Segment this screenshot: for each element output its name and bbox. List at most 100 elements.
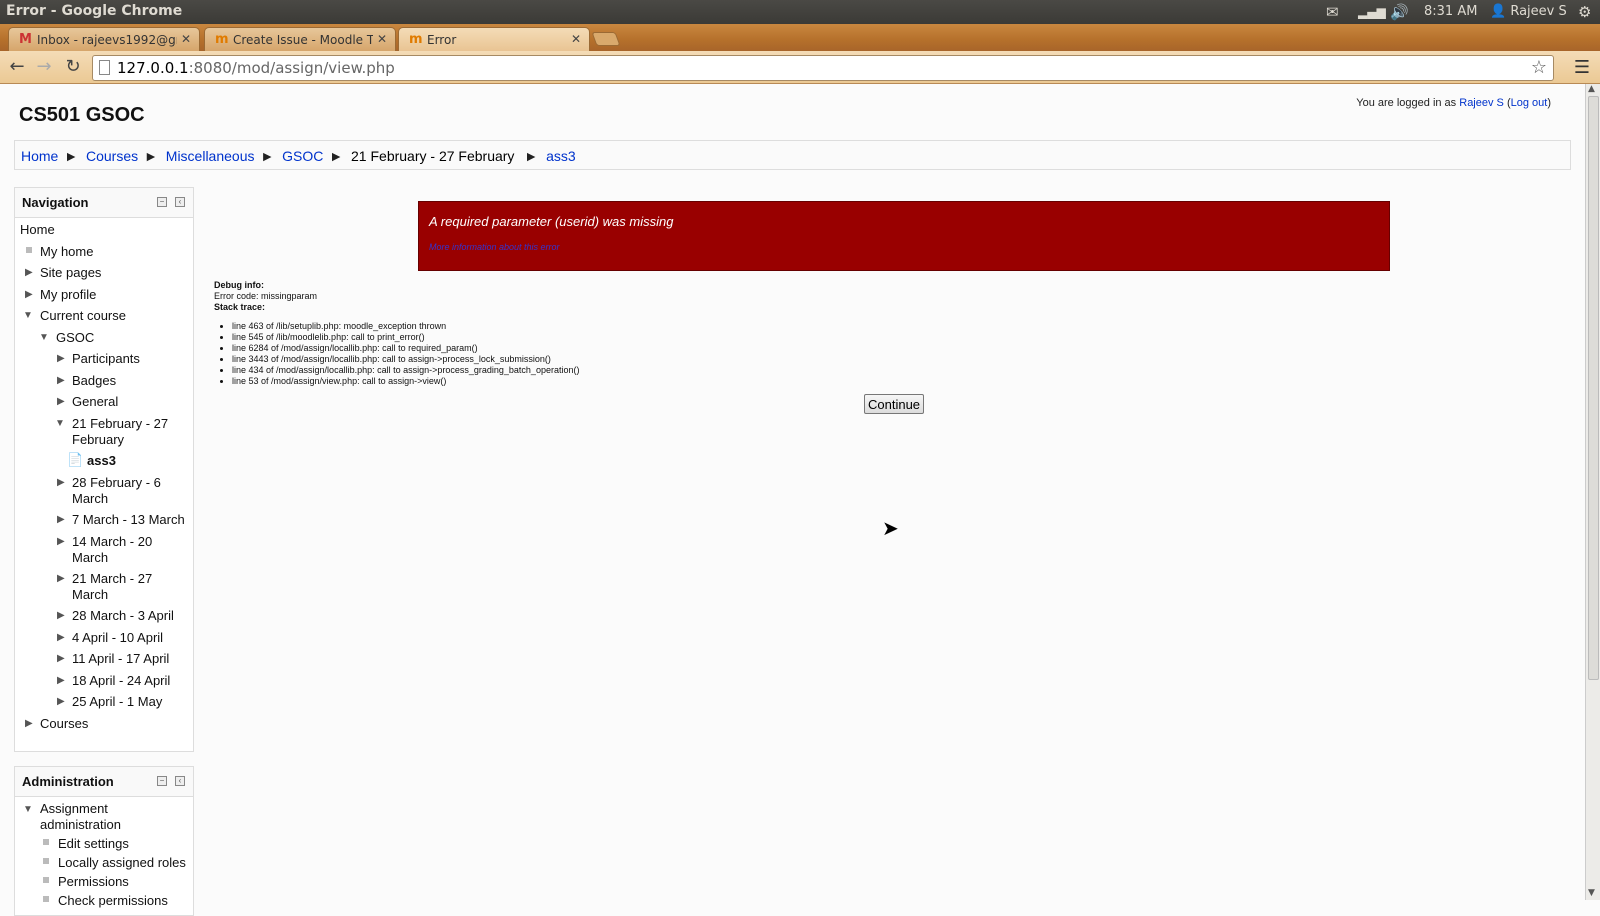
user-menu[interactable]: 👤 Rajeev S — [1490, 4, 1567, 19]
page-scrollbar[interactable]: ▲ ▼ — [1585, 84, 1600, 900]
reload-icon[interactable]: ↻ — [62, 56, 84, 77]
nav-check-permissions[interactable]: Check permissions — [58, 893, 168, 909]
user-profile-link[interactable]: Rajeev S — [1459, 97, 1504, 109]
nav-current-course[interactable]: Current course — [40, 308, 126, 324]
breadcrumb-home[interactable]: Home — [21, 148, 58, 164]
more-information-link[interactable]: More information about this error — [429, 242, 560, 252]
debug-title: Debug info: — [214, 280, 264, 290]
expand-triangle-icon[interactable]: ▶ — [57, 514, 65, 525]
nav-week-7-mar[interactable]: 7 March - 13 March — [72, 512, 185, 528]
nav-week-25-apr[interactable]: 25 April - 1 May — [72, 694, 162, 710]
tab-error[interactable]: m Error ✕ — [398, 27, 590, 51]
expand-triangle-icon[interactable]: ▶ — [57, 375, 65, 386]
os-title-bar: Error - Google Chrome ✉ ▂▄▆ 🔊 8:31 AM 👤 … — [0, 0, 1600, 24]
collapse-triangle-icon[interactable]: ▼ — [39, 332, 49, 343]
mail-icon[interactable]: ✉ — [1326, 3, 1339, 21]
nav-my-profile[interactable]: My profile — [40, 287, 96, 303]
stack-trace-list: line 463 of /lib/setuplib.php: moodle_ex… — [232, 321, 579, 387]
bullet-icon — [43, 896, 49, 902]
close-tab-icon[interactable]: ✕ — [571, 32, 581, 46]
collapse-triangle-icon[interactable]: ▼ — [23, 804, 33, 815]
stack-trace-line: line 6284 of /mod/assign/locallib.php: c… — [232, 343, 579, 354]
settings-gear-icon[interactable]: ⚙ — [1578, 3, 1591, 21]
moodle-icon: m — [215, 32, 229, 47]
continue-button[interactable]: Continue — [864, 394, 925, 414]
tab-label: Error — [427, 33, 457, 47]
scroll-thumb[interactable] — [1588, 96, 1599, 680]
nav-home[interactable]: Home — [20, 222, 55, 238]
nav-locally-assigned-roles[interactable]: Locally assigned roles — [58, 855, 186, 871]
collapse-block-icon[interactable]: − — [157, 776, 167, 786]
moodle-page: CS501 GSOC You are logged in as Rajeev S… — [0, 84, 1585, 916]
nav-week-21-mar[interactable]: 21 March - 27 March — [72, 571, 172, 603]
window-title: Error - Google Chrome — [6, 3, 183, 19]
nav-my-home[interactable]: My home — [40, 244, 93, 260]
collapse-triangle-icon[interactable]: ▼ — [23, 310, 33, 321]
expand-triangle-icon[interactable]: ▶ — [57, 610, 65, 621]
nav-courses[interactable]: Courses — [40, 716, 88, 732]
page-icon — [99, 60, 110, 75]
expand-triangle-icon[interactable]: ▶ — [57, 536, 65, 547]
breadcrumb-separator-icon: ► — [140, 148, 162, 164]
nav-week-21-feb[interactable]: 21 February - 27 February — [72, 416, 190, 448]
network-icon[interactable]: ▂▄▆ — [1358, 5, 1386, 19]
navigation-title: Navigation — [22, 195, 89, 210]
stack-trace-line: line 545 of /lib/moodlelib.php: call to … — [232, 332, 579, 343]
expand-triangle-icon[interactable]: ▶ — [57, 675, 65, 686]
nav-week-11-apr[interactable]: 11 April - 17 April — [72, 651, 169, 667]
bullet-icon — [43, 839, 49, 845]
tab-label: Inbox - rajeevs1992@gma — [37, 33, 177, 47]
scroll-up-arrow-icon[interactable]: ▲ — [1588, 84, 1595, 94]
close-tab-icon[interactable]: ✕ — [181, 32, 191, 46]
expand-triangle-icon[interactable]: ▶ — [57, 396, 65, 407]
error-box: A required parameter (userid) was missin… — [418, 201, 1390, 271]
expand-triangle-icon[interactable]: ▶ — [25, 718, 33, 729]
collapse-block-icon[interactable]: − — [157, 197, 167, 207]
expand-triangle-icon[interactable]: ▶ — [25, 289, 33, 300]
nav-assignment-administration[interactable]: Assignment administration — [40, 801, 160, 833]
new-tab-button[interactable] — [591, 32, 621, 46]
breadcrumb-miscellaneous[interactable]: Miscellaneous — [166, 148, 255, 164]
expand-triangle-icon[interactable]: ▶ — [57, 653, 65, 664]
expand-triangle-icon[interactable]: ▶ — [57, 696, 65, 707]
nav-site-pages[interactable]: Site pages — [40, 265, 101, 281]
expand-triangle-icon[interactable]: ▶ — [57, 353, 65, 364]
nav-permissions[interactable]: Permissions — [58, 874, 129, 890]
forward-arrow-icon[interactable]: → — [33, 56, 55, 77]
stack-trace-line: line 3443 of /mod/assign/locallib.php: c… — [232, 354, 579, 365]
breadcrumb-gsoc[interactable]: GSOC — [282, 148, 323, 164]
breadcrumb-courses[interactable]: Courses — [86, 148, 138, 164]
nav-edit-settings[interactable]: Edit settings — [58, 836, 129, 852]
tab-inbox[interactable]: M Inbox - rajeevs1992@gma ✕ — [8, 27, 200, 51]
chrome-menu-icon[interactable]: ☰ — [1574, 57, 1590, 78]
expand-triangle-icon[interactable]: ▶ — [25, 267, 33, 278]
expand-triangle-icon[interactable]: ▶ — [57, 477, 65, 488]
tab-create-issue[interactable]: m Create Issue - Moodle Tra ✕ — [204, 27, 396, 51]
logout-link[interactable]: Log out — [1511, 97, 1548, 109]
address-bar[interactable]: 127.0.0.1:8080/mod/assign/view.php ☆ — [92, 55, 1554, 81]
nav-week-28-feb[interactable]: 28 February - 6 March — [72, 475, 182, 507]
nav-general[interactable]: General — [72, 394, 118, 410]
expand-triangle-icon[interactable]: ▶ — [57, 573, 65, 584]
bookmark-star-icon[interactable]: ☆ — [1531, 57, 1547, 78]
clock[interactable]: 8:31 AM — [1424, 4, 1477, 19]
scroll-down-arrow-icon[interactable]: ▼ — [1588, 888, 1595, 898]
nav-course-gsoc[interactable]: GSOC — [56, 330, 94, 346]
volume-icon[interactable]: 🔊 — [1390, 3, 1409, 21]
close-tab-icon[interactable]: ✕ — [377, 32, 387, 46]
collapse-triangle-icon[interactable]: ▼ — [55, 418, 65, 429]
nav-week-4-apr[interactable]: 4 April - 10 April — [72, 630, 163, 646]
nav-badges[interactable]: Badges — [72, 373, 116, 389]
navigation-block: Navigation − ‹ Home My home ▶ Site pages… — [14, 187, 194, 752]
url-text: 127.0.0.1:8080/mod/assign/view.php — [117, 59, 395, 77]
nav-week-14-mar[interactable]: 14 March - 20 March — [72, 534, 172, 566]
breadcrumb-ass3[interactable]: ass3 — [546, 148, 576, 164]
dock-block-icon[interactable]: ‹ — [175, 776, 185, 786]
back-arrow-icon[interactable]: ← — [6, 56, 28, 77]
dock-block-icon[interactable]: ‹ — [175, 197, 185, 207]
nav-participants[interactable]: Participants — [72, 351, 140, 367]
nav-week-28-mar[interactable]: 28 March - 3 April — [72, 608, 174, 624]
expand-triangle-icon[interactable]: ▶ — [57, 632, 65, 643]
nav-ass3[interactable]: ass3 — [87, 453, 116, 469]
nav-week-18-apr[interactable]: 18 April - 24 April — [72, 673, 170, 689]
